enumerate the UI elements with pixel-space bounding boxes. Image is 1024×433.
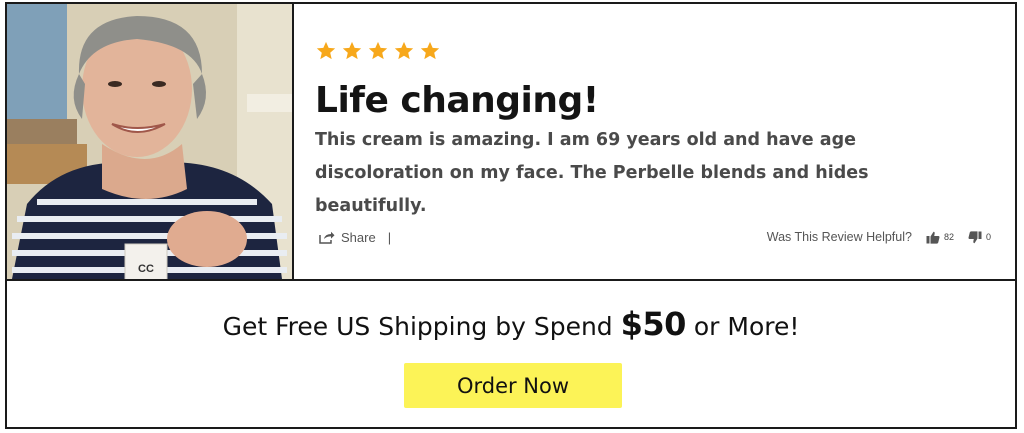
thumbs-down-count: 0 <box>985 232 991 242</box>
promo-text-before: Get Free US Shipping by Spend <box>222 312 621 341</box>
helpful-label: Was This Review Helpful? <box>766 230 912 244</box>
star-icon <box>342 41 362 60</box>
star-icon <box>316 41 336 60</box>
star-rating <box>315 40 441 62</box>
star-icon <box>420 41 440 60</box>
star-icon <box>368 41 388 60</box>
thumbs-down-icon <box>968 230 982 243</box>
order-now-button[interactable]: Order Now <box>404 363 622 408</box>
thumbs-up-count: 82 <box>943 232 954 242</box>
review-row: CC Life changing! This cream is amazing.… <box>7 4 1015 281</box>
review-card: CC Life changing! This cream is amazing.… <box>5 2 1017 429</box>
share-label: Share <box>341 230 376 245</box>
share-button[interactable]: Share | <box>319 230 391 245</box>
promo-text-after: or More! <box>685 312 800 341</box>
shipping-promo: Get Free US Shipping by Spend $50 or Mor… <box>7 281 1015 427</box>
reviewer-photo-illustration: CC <box>7 4 292 279</box>
reviewer-photo: CC <box>7 4 294 279</box>
thumbs-down-button[interactable]: 0 <box>968 230 991 244</box>
promo-text: Get Free US Shipping by Spend $50 or Mor… <box>7 305 1015 343</box>
review-helpful: Was This Review Helpful? 82 0 <box>767 230 991 244</box>
share-divider: | <box>387 230 392 245</box>
star-icon <box>394 41 414 60</box>
review-body: This cream is amazing. I am 69 years old… <box>315 130 869 216</box>
promo-amount: $50 <box>620 305 687 343</box>
review-headline: Life changing! <box>315 80 599 121</box>
thumbs-up-button[interactable]: 82 <box>926 231 954 244</box>
product-label: CC <box>138 263 154 275</box>
share-icon <box>319 231 335 244</box>
thumbs-up-icon <box>926 231 940 244</box>
review-content: Life changing! This cream is amazing. I … <box>315 4 1015 279</box>
